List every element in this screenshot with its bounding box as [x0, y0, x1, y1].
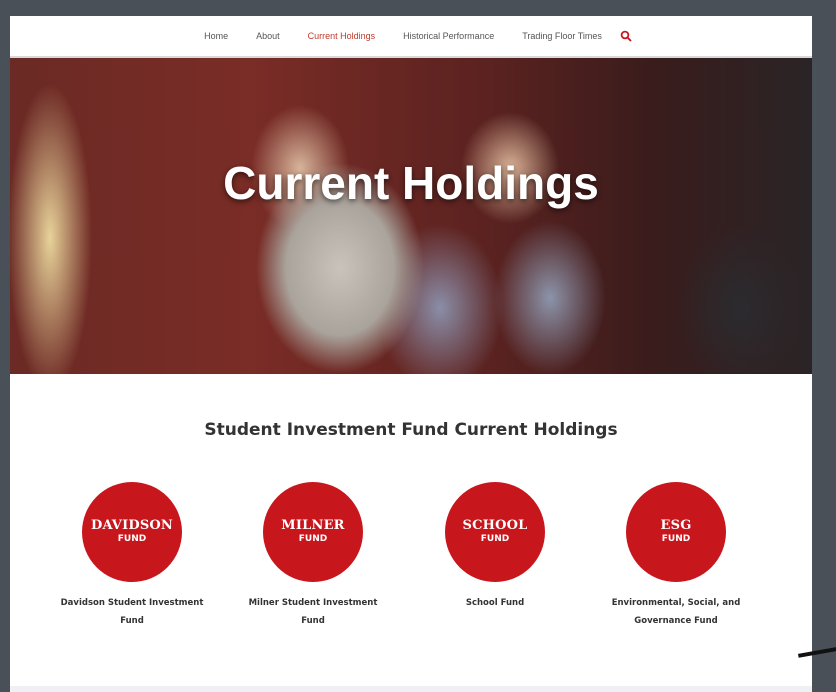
fund-badge-name: ESG [660, 518, 692, 533]
fund-card-esg: ESG FUND Environmental, Social, and Gove… [586, 482, 766, 630]
nav-current-holdings[interactable]: Current Holdings [308, 31, 376, 41]
davidson-fund-badge[interactable]: DAVIDSON FUND [82, 482, 182, 582]
fund-card-davidson: DAVIDSON FUND Davidson Student Investmen… [42, 482, 222, 630]
fund-caption-link[interactable]: Environmental, Social, and Governance Fu… [586, 594, 766, 630]
fund-badge-sub: FUND [480, 534, 510, 544]
fund-caption-line: Governance Fund [634, 616, 718, 626]
fund-badge-sub: FUND [117, 534, 147, 544]
school-fund-badge[interactable]: SCHOOL FUND [445, 482, 545, 582]
fund-caption-link[interactable]: Davidson Student Investment Fund [42, 594, 222, 630]
section-title: Student Investment Fund Current Holdings [204, 420, 618, 440]
fund-badge-sub: FUND [661, 534, 691, 544]
nav-trading-floor-times[interactable]: Trading Floor Times [522, 31, 602, 41]
nav-home[interactable]: Home [204, 31, 228, 41]
milner-fund-badge[interactable]: MILNER FUND [263, 482, 363, 582]
fund-caption-line: School Fund [465, 598, 525, 608]
fund-badge-name: SCHOOL [462, 518, 528, 533]
fund-caption-line: Fund [301, 616, 325, 626]
fund-caption-line: Milner Student Investment [248, 598, 378, 608]
fund-caption-line: Davidson Student Investment [60, 598, 204, 608]
hero-banner: Current Holdings [10, 58, 812, 374]
fund-badge-sub: FUND [298, 534, 328, 544]
nav-about[interactable]: About [256, 31, 280, 41]
fund-caption-link[interactable]: School Fund [405, 594, 585, 612]
fund-caption-line: Environmental, Social, and [611, 598, 741, 608]
esg-fund-badge[interactable]: ESG FUND [626, 482, 726, 582]
top-navigation: Home About Current Holdings Historical P… [10, 16, 812, 58]
hero-title: Current Holdings [223, 157, 599, 209]
fund-caption-line: Fund [120, 616, 144, 626]
fund-card-milner: MILNER FUND Milner Student Investment Fu… [223, 482, 403, 630]
fund-caption-link[interactable]: Milner Student Investment Fund [223, 594, 403, 630]
browser-page: Home About Current Holdings Historical P… [10, 16, 812, 692]
fund-badge-name: MILNER [281, 518, 345, 533]
page-footer-strip [10, 686, 812, 692]
fund-card-school: SCHOOL FUND School Fund [405, 482, 585, 612]
nav-historical-performance[interactable]: Historical Performance [403, 31, 494, 41]
search-icon[interactable] [620, 30, 632, 42]
fund-badge-name: DAVIDSON [90, 518, 174, 533]
